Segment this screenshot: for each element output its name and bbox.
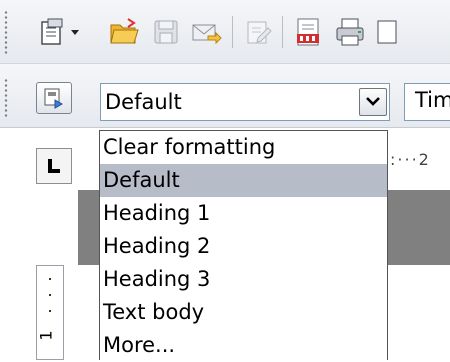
horizontal-ruler: :···2 xyxy=(390,150,431,169)
email-document-icon[interactable] xyxy=(190,18,222,46)
export-pdf-icon[interactable] xyxy=(294,16,322,48)
ruler-number: 1 xyxy=(36,330,56,341)
ruler-tick xyxy=(49,278,51,280)
dropdown-arrow-icon[interactable] xyxy=(70,28,80,38)
tab-stop-selector[interactable] xyxy=(36,148,72,184)
style-dropdown-button[interactable] xyxy=(359,88,387,116)
save-icon[interactable] xyxy=(152,18,180,46)
edit-file-icon[interactable] xyxy=(244,18,272,46)
styles-formatting-button[interactable] xyxy=(36,82,72,114)
style-option-clear-formatting[interactable]: Clear formatting xyxy=(100,131,387,164)
new-document-icon[interactable] xyxy=(38,18,68,48)
style-option-text-body[interactable]: Text body xyxy=(100,296,387,329)
style-option-default[interactable]: Default xyxy=(100,164,387,197)
ruler-tick xyxy=(49,294,51,296)
style-option-heading-1[interactable]: Heading 1 xyxy=(100,197,387,230)
toolbar-grip[interactable] xyxy=(3,10,9,56)
toolbar-grip[interactable] xyxy=(3,78,9,118)
ruler-tick xyxy=(49,310,51,312)
print-icon[interactable] xyxy=(334,16,366,48)
styles-formatting-icon xyxy=(44,88,64,109)
font-name-value: Tim xyxy=(415,88,450,112)
style-input[interactable] xyxy=(105,86,341,118)
style-option-heading-3[interactable]: Heading 3 xyxy=(100,263,387,296)
open-folder-icon[interactable] xyxy=(108,16,140,48)
style-option-more[interactable]: More... xyxy=(100,329,387,362)
chevron-down-icon xyxy=(366,97,380,106)
toolbar-separator xyxy=(282,16,283,48)
style-list: Clear formatting Default Heading 1 Headi… xyxy=(99,130,388,360)
apply-style-combobox[interactable] xyxy=(100,83,390,121)
print-preview-icon[interactable] xyxy=(372,18,400,46)
standard-toolbar xyxy=(0,0,450,64)
vertical-ruler: 1 xyxy=(36,265,64,360)
font-name-combobox[interactable]: Tim xyxy=(404,83,450,121)
style-option-heading-2[interactable]: Heading 2 xyxy=(100,230,387,263)
toolbar-separator xyxy=(232,16,233,48)
